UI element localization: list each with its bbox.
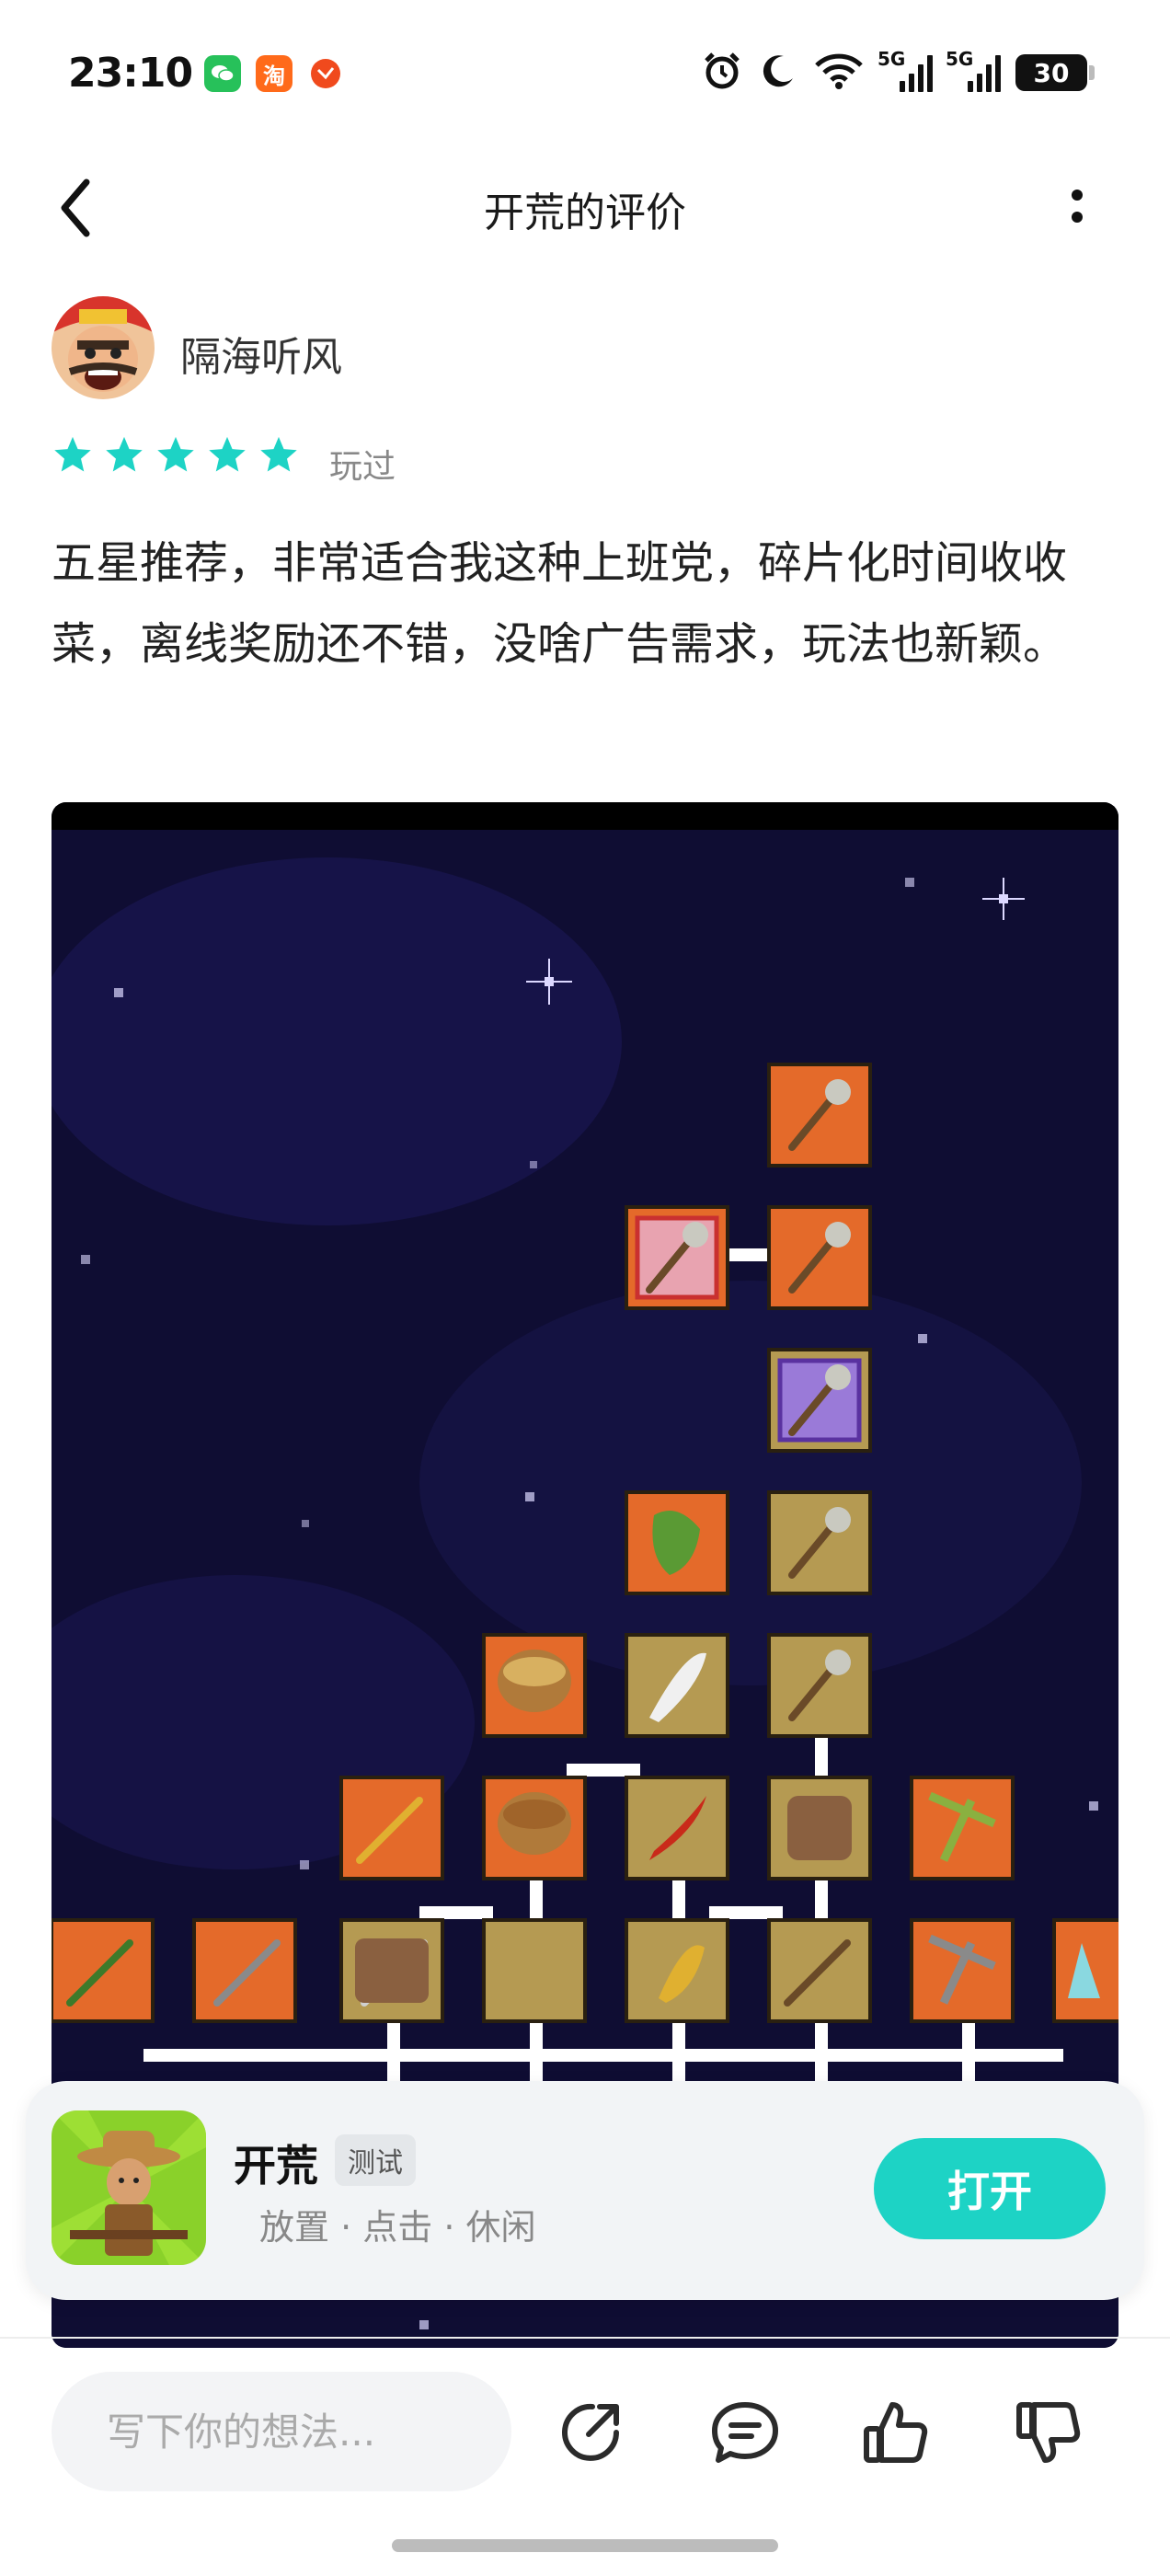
status-time: 23:10 [68, 50, 193, 97]
battery-icon: 30 [1015, 54, 1095, 91]
app-name[interactable]: 开荒 [234, 2133, 318, 2193]
played-label: 玩过 [329, 448, 396, 486]
review-text: 五星推荐，非常适合我这种上班党，碎片化时间收收菜，离线奖励还不错，没啥广告需求，… [52, 537, 1068, 670]
moon-icon [758, 51, 798, 95]
open-app-button[interactable]: 打开 [874, 2138, 1106, 2239]
taobao-icon: 淘 [256, 55, 292, 92]
wechat-icon [204, 55, 241, 92]
more-vertical-icon[interactable] [1067, 184, 1087, 234]
app-test-badge: 测试 [335, 2134, 416, 2186]
star-icon [209, 436, 246, 472]
star-icon [260, 436, 297, 472]
app-card[interactable]: 开荒 测试 放置 · 点击 · 休闲 打开 [26, 2081, 1144, 2300]
app-red-icon [307, 55, 344, 92]
signal-5g-icon-2: 5G [946, 48, 1001, 92]
status-icons: 5G 5G 30 [701, 48, 1095, 96]
comment-icon[interactable] [706, 2394, 784, 2471]
author-name[interactable]: 隔海听风 [180, 324, 342, 383]
app-icon[interactable] [52, 2110, 206, 2265]
comment-input[interactable] [52, 2372, 511, 2491]
star-icon [54, 436, 91, 472]
alarm-icon [701, 50, 743, 96]
star-icon [157, 436, 194, 472]
share-icon[interactable] [552, 2394, 629, 2471]
bottom-divider [0, 2337, 1170, 2339]
thumbs-up-icon[interactable] [857, 2394, 935, 2471]
home-indicator[interactable] [392, 2539, 778, 2552]
star-icon [106, 436, 143, 472]
page-title: 开荒的评价 [484, 190, 686, 236]
rating-stars [52, 434, 300, 477]
app-tags: 放置 · 点击 · 休闲 [259, 2207, 536, 2248]
avatar[interactable] [52, 296, 155, 399]
wifi-icon [813, 51, 865, 95]
thumbs-down-icon[interactable] [1010, 2394, 1087, 2471]
signal-5g-icon: 5G [878, 48, 933, 92]
